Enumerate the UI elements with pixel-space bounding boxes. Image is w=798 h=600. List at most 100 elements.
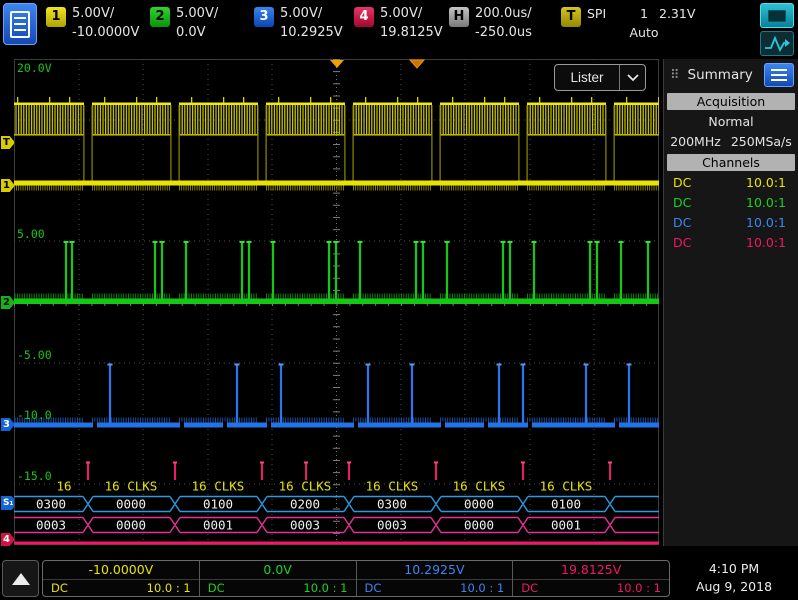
mosi-bus-value: 0000 — [116, 497, 146, 512]
channel-3-badge: 3 — [254, 7, 274, 27]
channel-3-scale: 5.00V/ — [280, 6, 323, 21]
channel-4-coupling-label: DC — [521, 581, 539, 595]
menu-up-button[interactable] — [2, 560, 39, 597]
clock-display: 4:10 PM Aug 9, 2018 — [674, 560, 794, 596]
channel-4-value: 19.8125V — [513, 561, 669, 580]
channel-2-probe-ratio: 10.0:1 — [746, 195, 786, 210]
channel-1-value: -10.0000V — [43, 561, 199, 580]
channel-3-probe-ratio: 10.0:1 — [746, 215, 786, 230]
mosi-bus-value: 0300 — [377, 497, 407, 512]
clock-count-label: 16 CLKS — [105, 479, 158, 494]
spi-clock-count-labels: 16 16 CLKS 16 CLKS 16 CLKS 16 CLKS 16 CL… — [56, 479, 592, 494]
miso-bus-value: 0000 — [464, 518, 494, 533]
channel-4-ground-marker[interactable]: 4 — [1, 533, 15, 546]
acquisition-section-header: Acquisition — [667, 93, 795, 110]
clock-count-label: 16 — [56, 479, 71, 494]
waveform-recall-button[interactable] — [760, 31, 794, 56]
channel-3-probe-label: 10.0 : 1 — [460, 581, 505, 595]
mosi-bus-value: 0100 — [551, 497, 581, 512]
scale-label: 20.0V — [17, 61, 52, 75]
touch-screen-button[interactable] — [760, 3, 794, 28]
lister-dropdown-button[interactable]: Lister — [554, 64, 646, 91]
clock-count-label: 16 CLKS — [540, 479, 593, 494]
channel-4-scale: 5.00V/ — [380, 6, 423, 21]
date-display: Aug 9, 2018 — [695, 579, 773, 594]
channel-2-coupling: DC — [673, 195, 692, 210]
channel-1-offset: -10.0000V — [72, 25, 140, 40]
scale-label: -5.00 — [17, 348, 52, 362]
clock-count-label: 16 CLKS — [453, 479, 506, 494]
channel-4-offset: 19.8125V — [380, 25, 443, 40]
timebase-delay: -250.0us — [475, 25, 532, 40]
summary-panel-header: ⠿ Summary — [664, 59, 798, 91]
mosi-bus-value: 0200 — [290, 497, 320, 512]
miso-bus-value: 0000 — [116, 518, 146, 533]
trigger-type: SPI — [587, 6, 607, 21]
miso-bus-value: 0003 — [377, 518, 407, 533]
acquisition-rates: 200MHz 250MSa/s — [664, 132, 798, 152]
list-icon — [771, 69, 787, 81]
channel-4-measurement-cell[interactable]: 19.8125V DC 10.0 : 1 — [513, 561, 669, 596]
waveform-arrow-icon — [765, 35, 790, 53]
channel-4-summary-row: DC 10.0:1 — [664, 233, 798, 253]
main-menu-button[interactable] — [3, 3, 37, 45]
channel-3-ground-marker[interactable]: 3 — [1, 418, 15, 431]
channel-1-probe-label: 10.0 : 1 — [146, 581, 191, 595]
channel-4-status[interactable]: 4 5.00V/ 19.8125V — [354, 0, 449, 42]
channel-measurement-panel: -10.0000V DC 10.0 : 1 0.0V DC 10.0 : 1 1… — [42, 560, 670, 597]
oscilloscope-screen: 1 5.00V/ -10.0000V 2 5.00V/ 0.0V 3 5.00V… — [0, 0, 798, 600]
drag-handle-icon[interactable]: ⠿ — [670, 68, 680, 83]
timebase-scale: 200.0us/ — [475, 6, 532, 21]
trigger-mode: Auto — [629, 25, 659, 40]
trigger-level-marker[interactable]: T — [1, 136, 15, 149]
channel-1-ground-marker[interactable]: 1 — [1, 179, 15, 192]
mosi-bus-value: 0100 — [203, 497, 233, 512]
scale-label: -10.0 — [17, 408, 52, 422]
trigger-badge: T — [561, 7, 581, 27]
summary-panel: ⠿ Summary Acquisition Normal 200MHz 250M… — [663, 59, 798, 546]
channel-3-measurement-cell[interactable]: 10.2925V DC 10.0 : 1 — [356, 561, 514, 596]
channel-1-scale: 5.00V/ — [72, 6, 115, 21]
channel-4-coupling: DC — [673, 235, 692, 250]
channel-1-summary-row: DC 10.0:1 — [664, 173, 798, 193]
channel-2-value: 0.0V — [199, 561, 356, 580]
channel-1-probe-ratio: 10.0:1 — [746, 175, 786, 190]
screen-icon — [768, 9, 786, 22]
trigger-status[interactable]: T SPI 1 2.31V Auto — [561, 0, 695, 42]
channel-1-coupling-label: DC — [51, 581, 68, 595]
summary-panel-title: Summary — [687, 67, 753, 83]
top-status-bar: 1 5.00V/ -10.0000V 2 5.00V/ 0.0V 3 5.00V… — [0, 0, 798, 57]
scale-label: -15.0 — [17, 469, 52, 483]
channels-section-header: Channels — [667, 154, 795, 171]
time-reference-marker[interactable] — [330, 60, 344, 68]
lister-label: Lister — [570, 70, 604, 85]
channel-3-coupling: DC — [673, 215, 692, 230]
horizontal-status[interactable]: H 200.0us/ -250.0us — [449, 0, 561, 42]
scale-label: 5.00 — [17, 227, 45, 241]
up-arrow-icon — [11, 572, 30, 585]
channel-2-ground-marker[interactable]: 2 — [1, 296, 15, 309]
horizontal-badge: H — [449, 7, 469, 27]
channel-2-badge: 2 — [150, 7, 170, 27]
channel-4-probe-label: 10.0 : 1 — [616, 581, 661, 595]
miso-bus-value: 0003 — [36, 518, 66, 533]
miso-bus-value: 0001 — [203, 518, 233, 533]
clock-count-label: 16 CLKS — [279, 479, 332, 494]
channel-3-status[interactable]: 3 5.00V/ 10.2925V — [254, 0, 354, 42]
waveform-display: 16 16 CLKS 16 CLKS 16 CLKS 16 CLKS 16 CL… — [14, 59, 659, 545]
channel-1-measurement-cell[interactable]: -10.0000V DC 10.0 : 1 — [43, 561, 200, 596]
trigger-point-marker[interactable] — [408, 59, 426, 69]
channel-2-status[interactable]: 2 5.00V/ 0.0V — [150, 0, 254, 42]
channel-2-summary-row: DC 10.0:1 — [664, 193, 798, 213]
channel-1-badge: 1 — [46, 7, 66, 27]
channel-2-offset: 0.0V — [176, 25, 206, 40]
channel-2-probe-label: 10.0 : 1 — [303, 581, 348, 595]
channel-1-status[interactable]: 1 5.00V/ -10.0000V — [46, 0, 150, 42]
menu-icon — [10, 10, 30, 38]
chevron-down-icon — [619, 65, 645, 90]
header-quick-buttons — [760, 0, 798, 56]
trigger-source: 1 — [640, 6, 648, 21]
miso-bus-value: 0003 — [290, 518, 320, 533]
summary-menu-button[interactable] — [764, 63, 794, 87]
channel-2-measurement-cell[interactable]: 0.0V DC 10.0 : 1 — [199, 561, 357, 596]
